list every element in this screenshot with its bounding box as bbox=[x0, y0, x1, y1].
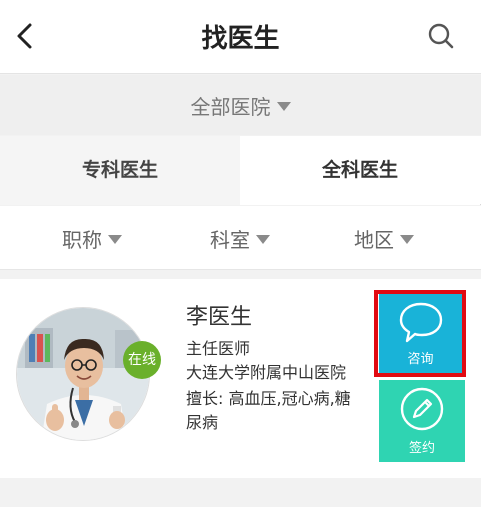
chat-bubble-icon bbox=[379, 300, 462, 350]
page-title: 找医生 bbox=[201, 24, 280, 54]
tab-specialist[interactable]: 专科医生 bbox=[0, 136, 240, 205]
filter-department-dropdown[interactable]: 科室 bbox=[210, 224, 270, 253]
consult-button[interactable]: 咨询 bbox=[379, 294, 462, 373]
consult-label: 咨询 bbox=[407, 352, 434, 367]
caret-down-icon bbox=[256, 235, 270, 244]
filter-region-dropdown[interactable]: 地区 bbox=[354, 224, 414, 253]
filter-title-dropdown[interactable]: 职称 bbox=[62, 224, 122, 253]
hospital-filter-dropdown[interactable]: 全部医院 bbox=[191, 91, 291, 120]
doctor-title: 主任医师 bbox=[186, 339, 251, 358]
sign-button[interactable]: 签约 bbox=[379, 380, 465, 462]
doctor-info: 李医生 主任医师 大连大学附属中山医院 擅长: 高血压,冠心病,糖尿病 bbox=[186, 299, 358, 435]
search-icon bbox=[428, 23, 454, 49]
doctor-hospital: 大连大学附属中山医院 bbox=[186, 363, 347, 382]
header-bar: 找医生 bbox=[0, 0, 481, 74]
sign-label: 签约 bbox=[408, 441, 435, 456]
filter-bar: 职称 科室 地区 bbox=[0, 206, 481, 270]
hospital-filter-row: 全部医院 bbox=[0, 75, 481, 135]
caret-down-icon bbox=[276, 102, 291, 111]
caret-down-icon bbox=[400, 235, 414, 244]
filter-label: 科室 bbox=[210, 228, 250, 252]
pencil-icon bbox=[379, 386, 465, 436]
doctor-avatar-container: 在线 bbox=[16, 307, 161, 441]
doctor-specialty: 擅长: 高血压,冠心病,糖尿病 bbox=[186, 389, 351, 432]
search-button[interactable] bbox=[427, 22, 455, 50]
filter-label: 地区 bbox=[354, 228, 394, 252]
hospital-filter-label: 全部医院 bbox=[190, 95, 271, 119]
tab-general-practitioner[interactable]: 全科医生 bbox=[240, 136, 480, 205]
online-status-badge: 在线 bbox=[123, 341, 161, 379]
doctor-name: 李医生 bbox=[186, 305, 253, 330]
filter-label: 职称 bbox=[62, 228, 102, 252]
caret-down-icon bbox=[108, 235, 122, 244]
doctor-type-tabs: 专科医生 全科医生 bbox=[0, 136, 481, 205]
